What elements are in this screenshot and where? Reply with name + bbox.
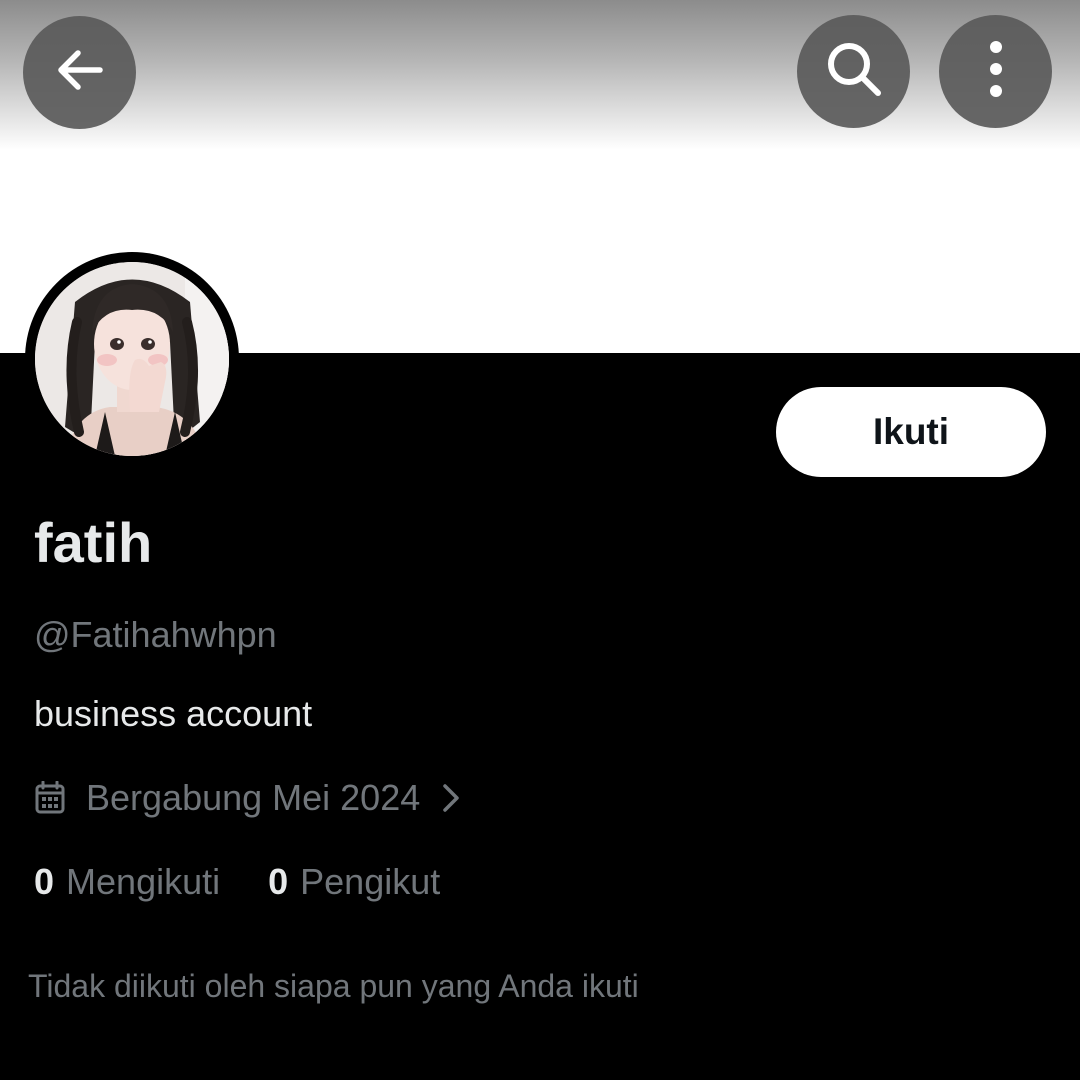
followers-stat[interactable]: 0 Pengikut: [268, 858, 440, 906]
arrow-left-icon: [52, 42, 108, 103]
calendar-icon: [34, 781, 66, 815]
joined-date-text: Bergabung Mei 2024: [86, 777, 421, 818]
profile-screen: Ikuti fatih @Fatihahwhpn business accoun…: [0, 0, 1080, 1080]
profile-bio: business account: [34, 693, 313, 734]
joined-date-row[interactable]: Bergabung Mei 2024: [34, 772, 460, 824]
follow-button[interactable]: Ikuti: [776, 387, 1046, 477]
followers-label: Pengikut: [300, 861, 441, 902]
following-stat[interactable]: 0 Mengikuti: [34, 858, 220, 906]
chevron-right-icon: [442, 783, 460, 813]
avatar-photo: [35, 262, 229, 456]
followers-count: 0: [268, 861, 289, 902]
follow-stats: 0 Mengikuti 0 Pengikut: [34, 858, 440, 906]
more-vertical-icon: [986, 40, 1006, 103]
user-handle: @Fatihahwhpn: [34, 614, 277, 655]
more-options-button[interactable]: [939, 15, 1052, 128]
following-label: Mengikuti: [66, 861, 221, 902]
followed-by-note: Tidak diikuti oleh siapa pun yang Anda i…: [28, 968, 639, 1004]
search-button[interactable]: [797, 15, 910, 128]
back-button[interactable]: [23, 16, 136, 129]
display-name: fatih: [34, 511, 153, 574]
avatar[interactable]: [35, 262, 229, 456]
following-count: 0: [34, 861, 55, 902]
avatar-ring: [25, 252, 239, 466]
search-icon: [823, 38, 885, 105]
